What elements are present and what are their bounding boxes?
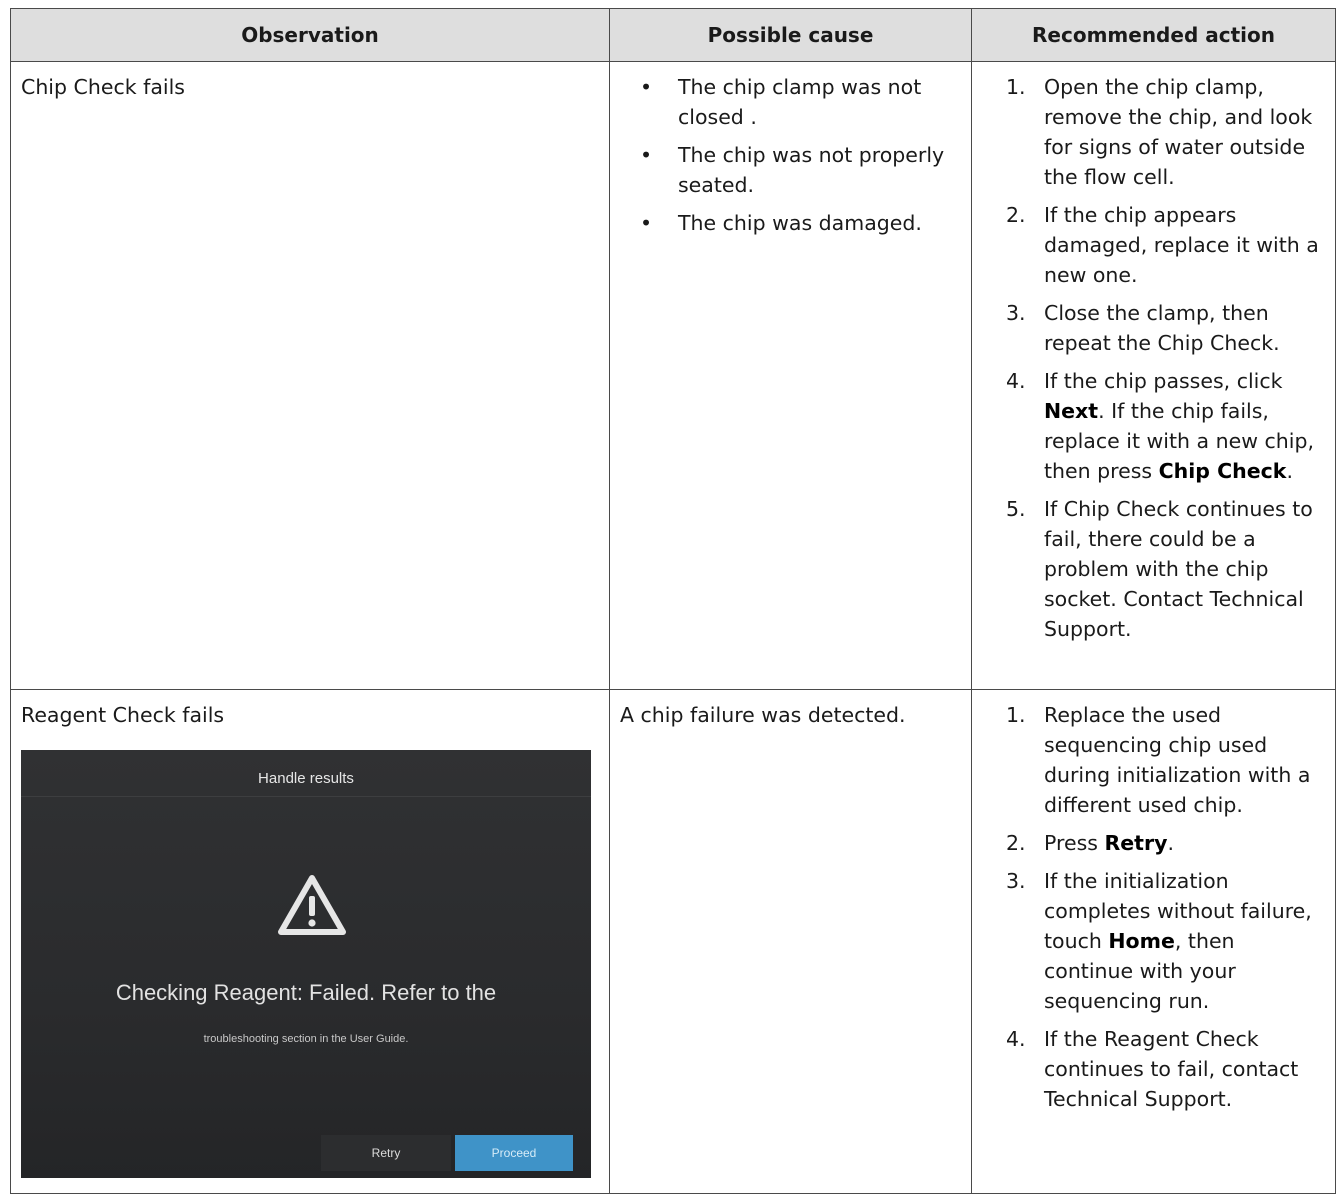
step-text: If Chip Check continues to fail, there c… xyxy=(1044,497,1313,641)
cause-item: The chip was damaged. xyxy=(640,208,961,238)
cause-list: The chip clamp was not closed . The chip… xyxy=(620,72,961,238)
step-text: . xyxy=(1167,831,1174,855)
observation-text: Reagent Check fails xyxy=(21,703,225,727)
step-text: . xyxy=(1286,459,1293,483)
proceed-button[interactable]: Proceed xyxy=(455,1135,573,1171)
step-number: 2. xyxy=(1006,831,1026,855)
action-list: 1. Replace the used sequencing chip used… xyxy=(982,700,1325,1114)
cause-item: The chip clamp was not closed . xyxy=(640,72,961,132)
header-recommended-action: Recommended action xyxy=(971,8,1336,62)
header-possible-cause: Possible cause xyxy=(609,8,972,62)
action-step: 3. Close the clamp, then repeat the Chip… xyxy=(1006,298,1325,358)
action-step: 1. Open the chip clamp, remove the chip,… xyxy=(1006,72,1325,192)
cause-text: A chip failure was detected. xyxy=(620,703,906,727)
table-row: Reagent Check fails Handle results Check… xyxy=(10,689,1336,1194)
ui-term-chip-check: Chip Check xyxy=(1158,459,1287,483)
step-number: 2. xyxy=(1006,203,1026,227)
action-step: 4. If the Reagent Check continues to fai… xyxy=(1006,1024,1325,1114)
ui-term-next: Next xyxy=(1044,399,1099,423)
step-number: 3. xyxy=(1006,869,1026,893)
step-text: Close the clamp, then repeat the Chip Ch… xyxy=(1044,301,1280,355)
observation-text: Chip Check fails xyxy=(21,75,185,99)
action-step: 2. If the chip appears damaged, replace … xyxy=(1006,200,1325,290)
screenshot-divider xyxy=(21,796,591,797)
step-number: 1. xyxy=(1006,703,1026,727)
step-text: If the chip passes, click xyxy=(1044,369,1283,393)
screenshot-submessage: troubleshooting section in the User Guid… xyxy=(203,1033,409,1045)
cause-item: The chip was not properly seated. xyxy=(640,140,961,200)
step-number: 5. xyxy=(1006,497,1026,521)
step-number: 4. xyxy=(1006,369,1026,393)
action-step: 2. Press Retry. xyxy=(1006,828,1325,858)
observation-cell: Reagent Check fails Handle results Check… xyxy=(10,689,610,1194)
ui-term-home: Home xyxy=(1108,929,1175,953)
step-number: 3. xyxy=(1006,301,1026,325)
step-text: Press xyxy=(1044,831,1105,855)
instrument-screenshot: Handle results Checking Reagent: Failed.… xyxy=(21,750,591,1178)
action-step: 3. If the initialization completes witho… xyxy=(1006,866,1325,1016)
step-text: If the chip appears damaged, replace it … xyxy=(1044,203,1319,287)
possible-cause-cell: A chip failure was detected. xyxy=(609,689,972,1194)
recommended-action-cell: 1. Replace the used sequencing chip used… xyxy=(971,689,1336,1194)
observation-cell: Chip Check fails xyxy=(10,61,610,690)
screenshot-title: Handle results xyxy=(258,770,354,787)
action-step: 1. Replace the used sequencing chip used… xyxy=(1006,700,1325,820)
step-number: 1. xyxy=(1006,75,1026,99)
step-number: 4. xyxy=(1006,1027,1026,1051)
step-text: Replace the used sequencing chip used du… xyxy=(1044,703,1311,817)
header-row: Observation Possible cause Recommended a… xyxy=(10,8,1336,62)
screenshot-message: Checking Reagent: Failed. Refer to the xyxy=(115,980,497,1005)
retry-button[interactable]: Retry xyxy=(321,1135,451,1171)
ui-term-retry: Retry xyxy=(1104,831,1168,855)
action-step: 4. If the chip passes, click Next. If th… xyxy=(1006,366,1325,486)
step-text: Open the chip clamp, remove the chip, an… xyxy=(1044,75,1313,189)
troubleshooting-table: Observation Possible cause Recommended a… xyxy=(10,8,1336,1194)
warning-triangle-icon xyxy=(278,875,346,935)
action-list: 1. Open the chip clamp, remove the chip,… xyxy=(982,72,1325,644)
header-observation: Observation xyxy=(10,8,610,62)
action-step: 5. If Chip Check continues to fail, ther… xyxy=(1006,494,1325,644)
step-text: If the Reagent Check continues to fail, … xyxy=(1044,1027,1299,1111)
recommended-action-cell: 1. Open the chip clamp, remove the chip,… xyxy=(971,61,1336,690)
possible-cause-cell: The chip clamp was not closed . The chip… xyxy=(609,61,972,690)
table-row: Chip Check fails The chip clamp was not … xyxy=(10,61,1336,690)
